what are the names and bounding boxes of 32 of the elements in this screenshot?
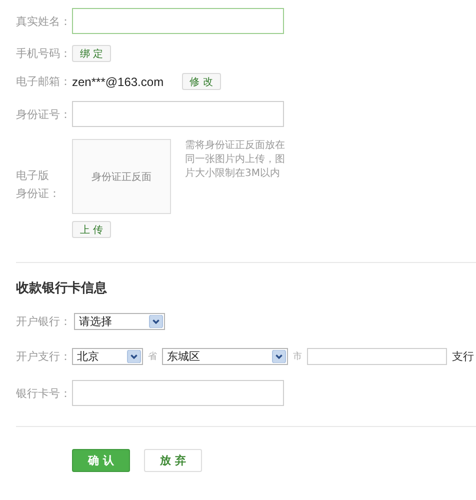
- unit-label: 省: [148, 350, 157, 363]
- field-label: 开户支行：: [16, 349, 72, 364]
- input-field[interactable]: [307, 348, 447, 365]
- unit-label: 支行: [452, 349, 474, 364]
- placeholder-text: 身份证正反面: [92, 170, 152, 184]
- bind-button[interactable]: 绑 定: [72, 45, 112, 62]
- dropdown[interactable]: 北京: [72, 348, 143, 365]
- field-label: 身份证：: [16, 186, 61, 202]
- image-placeholder[interactable]: 身份证正反面: [72, 139, 171, 214]
- field-label: 开户银行：: [16, 314, 72, 329]
- upload-note: 需将身份证正反面放在同一张图片内上传，图片大小限制在3M以内: [185, 139, 285, 181]
- input-field[interactable]: [72, 101, 284, 127]
- field-label: 真实姓名：: [16, 14, 72, 28]
- confirm-button[interactable]: 确 认: [72, 449, 130, 472]
- dropdown-arrow-icon[interactable]: [127, 350, 141, 363]
- input-field[interactable]: [72, 380, 284, 406]
- input-field[interactable]: [72, 8, 284, 34]
- edit-button[interactable]: 修 改: [182, 73, 221, 90]
- dropdown-arrow-icon[interactable]: [272, 350, 286, 363]
- dropdown-arrow-icon[interactable]: [149, 315, 163, 328]
- email-value: zen***@163.com: [72, 74, 164, 88]
- dropdown[interactable]: 东城区: [162, 348, 288, 365]
- field-label: 电子版: [16, 168, 50, 184]
- unit-label: 市: [293, 350, 302, 363]
- cancel-button[interactable]: 放 弃: [144, 449, 202, 472]
- field-label: 银行卡号：: [16, 386, 72, 400]
- field-label: 电子邮箱：: [16, 74, 72, 89]
- field-label: 身份证号：: [16, 106, 72, 122]
- section-title: 收款银行卡信息: [16, 280, 108, 297]
- upload-button[interactable]: 上 传: [72, 221, 112, 238]
- dropdown[interactable]: 请选择: [74, 313, 165, 330]
- field-label: 手机号码：: [16, 46, 72, 61]
